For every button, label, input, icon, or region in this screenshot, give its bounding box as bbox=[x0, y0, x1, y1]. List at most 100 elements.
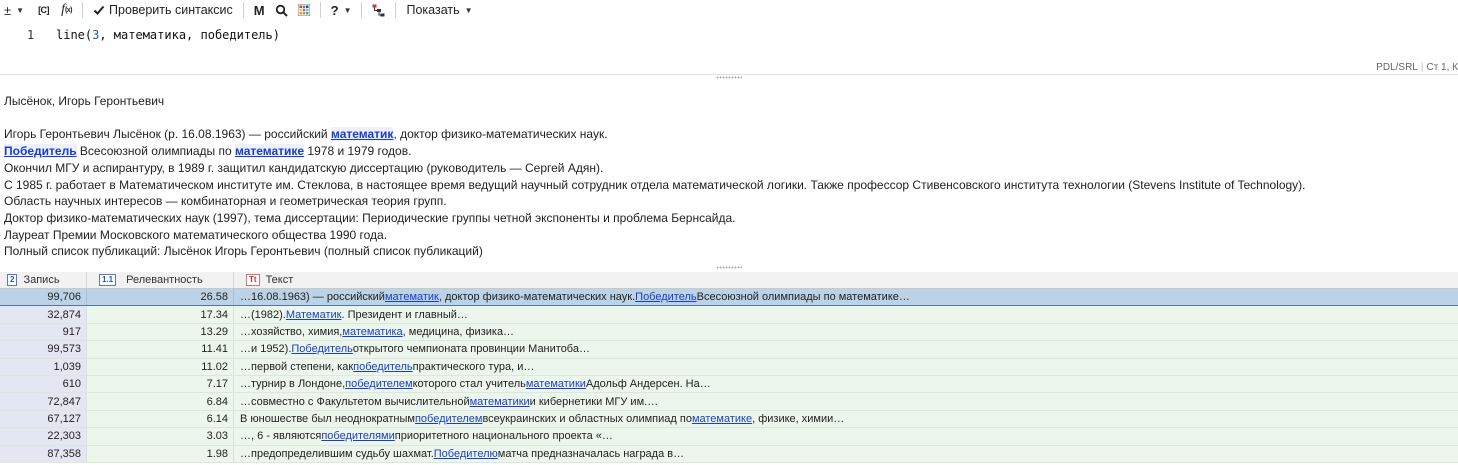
plus-minus-dropdown[interactable]: ± ▼ bbox=[0, 0, 28, 20]
table-row[interactable]: 99,706 26.58 …16.08.1963) — российский мат… bbox=[0, 289, 1458, 307]
chevron-down-icon: ▼ bbox=[464, 5, 473, 15]
match-link[interactable]: математики bbox=[470, 396, 530, 408]
line-number: 1 bbox=[27, 28, 35, 42]
record-cell: 67,127 bbox=[0, 410, 87, 428]
record-cell: 917 bbox=[0, 323, 87, 341]
search-icon bbox=[275, 4, 288, 17]
column-header-record[interactable]: 2 Запись bbox=[0, 272, 87, 288]
text-segment: Игорь Геронтьевич Лысёнок (р. 16.08.1963… bbox=[4, 127, 331, 142]
record-cell: 1,039 bbox=[0, 358, 87, 375]
match-link[interactable]: Победителю bbox=[434, 448, 498, 460]
match-link[interactable]: победитель bbox=[353, 361, 413, 373]
status-divider: | bbox=[1420, 62, 1424, 73]
text-segment: 1978 и 1979 годов. bbox=[304, 144, 412, 159]
match-link[interactable]: победителем bbox=[345, 378, 412, 390]
match-link[interactable]: математики bbox=[526, 378, 586, 390]
match-link[interactable]: математик bbox=[385, 291, 439, 303]
m-button[interactable]: M bbox=[250, 0, 269, 20]
color-grid-button[interactable] bbox=[294, 0, 314, 20]
text-segment: В юношестве был неоднократным bbox=[240, 412, 415, 425]
column-label: Текст bbox=[265, 274, 294, 286]
table-row[interactable]: 67,127 6.14 В юношестве был неоднократным … bbox=[0, 410, 1458, 429]
text-segment: Всесоюзной олимпиады по математике… bbox=[696, 291, 910, 304]
table-row[interactable]: 87,358 1.98 …предопределившим судьбу шахма… bbox=[0, 445, 1458, 463]
text-cell: …совместно с Факультетом вычислительной … bbox=[234, 393, 1458, 409]
search-button[interactable] bbox=[271, 0, 292, 20]
splitter-grip[interactable] bbox=[716, 76, 742, 79]
table-row[interactable]: 610 7.17 …турнир в Лондоне, победителем ко… bbox=[0, 375, 1458, 394]
text-cell: …, 6 - являются победителями приоритетно… bbox=[234, 428, 1458, 444]
column-header-text[interactable]: Tt Текст bbox=[234, 272, 1458, 288]
tree-icon bbox=[372, 4, 385, 16]
bracket-c-button[interactable]: [C] bbox=[34, 0, 53, 20]
table-row[interactable]: 1,039 11.02 …первой степени, как победител… bbox=[0, 358, 1458, 376]
results-grid: 2 Запись 1.1 Релевантность Tt Текст 99,7… bbox=[0, 272, 1458, 463]
table-row[interactable]: 99,573 11.41 …и 1952). Победитель открытог… bbox=[0, 341, 1458, 359]
match-link[interactable]: Победитель bbox=[635, 291, 696, 303]
text-cell: …хозяйство, химия, математика, медицина,… bbox=[234, 324, 1458, 340]
document-line: Игорь Геронтьевич Лысёнок (р. 16.08.1963… bbox=[4, 126, 1444, 143]
column-header-relevance[interactable]: 1.1 Релевантность bbox=[87, 272, 234, 288]
match-link[interactable]: Математик bbox=[286, 309, 342, 321]
document-line: Доктор физико-математических наук (1997)… bbox=[4, 210, 736, 225]
help-dropdown[interactable]: ? ▼ bbox=[327, 0, 356, 20]
text-segment: …и 1952). bbox=[240, 343, 292, 356]
document-line: Лауреат Премии Московского математическо… bbox=[4, 227, 388, 242]
document-title: Лысёнок, Игорь Геронтьевич bbox=[4, 94, 165, 108]
text-segment: …хозяйство, химия, bbox=[240, 325, 343, 338]
code-line[interactable]: line(3, математика, победитель) bbox=[56, 28, 280, 42]
text-cell: …16.08.1963) — российский математик, док… bbox=[234, 289, 1458, 305]
status-mode: PDL/SRL bbox=[1376, 62, 1418, 73]
table-row[interactable]: 917 13.29 …хозяйство, химия, математика, м… bbox=[0, 323, 1458, 342]
text-cell: В юношестве был неоднократным победителе… bbox=[234, 411, 1458, 427]
text-cell: …предопределившим судьбу шахмат. Победит… bbox=[234, 446, 1458, 462]
editor-splitter[interactable] bbox=[0, 74, 1458, 75]
document-view: Лысёнок, Игорь Геронтьевич Игорь Геронть… bbox=[4, 93, 1444, 260]
table-row[interactable]: 72,847 6.84 …совместно с Факультетом вычис… bbox=[0, 393, 1458, 411]
tree-view-button[interactable] bbox=[368, 0, 389, 20]
splitter-grip[interactable] bbox=[716, 266, 742, 269]
highlight-match[interactable]: математик bbox=[330, 127, 394, 142]
m-icon: M bbox=[253, 2, 265, 18]
toolbar: ± ▼ [C] f(x) Проверить синтаксис M ? ▼ bbox=[0, 0, 1458, 20]
match-link[interactable]: победителями bbox=[321, 430, 394, 442]
table-row[interactable]: 22,303 3.03…, 6 - являются победителями п… bbox=[0, 428, 1458, 446]
text-cell: …первой степени, как победитель практиче… bbox=[234, 359, 1458, 375]
function-icon-sub: (x) bbox=[64, 6, 73, 14]
table-row[interactable]: 32,874 17.34 …(1982). Математик. Президент… bbox=[0, 306, 1458, 324]
record-cell: 32,874 bbox=[0, 306, 87, 323]
text-segment: открытого чемпионата провинции Манитоба… bbox=[352, 343, 590, 356]
highlight-match[interactable]: математике bbox=[234, 144, 305, 159]
check-syntax-label: Проверить синтаксис bbox=[109, 3, 233, 17]
relevance-cell: 26.58 bbox=[87, 289, 234, 306]
code-args: , математика, победитель) bbox=[99, 28, 280, 42]
help-icon: ? bbox=[330, 2, 339, 18]
text-cell: …турнир в Лондоне, победителем которого … bbox=[234, 376, 1458, 392]
record-cell: 22,303 bbox=[0, 428, 87, 445]
relevance-cell: 6.84 bbox=[87, 393, 234, 410]
match-link[interactable]: победителем bbox=[415, 413, 482, 425]
relevance-cell: 6.14 bbox=[87, 410, 234, 428]
text-segment: …16.08.1963) — российский bbox=[240, 291, 385, 304]
match-link[interactable]: математике bbox=[692, 413, 752, 425]
code-function: line( bbox=[56, 28, 93, 42]
match-link[interactable]: Победитель bbox=[291, 343, 352, 355]
chevron-down-icon: ▼ bbox=[343, 5, 352, 15]
text-segment: …совместно с Факультетом вычислительной bbox=[240, 395, 470, 408]
text-segment: , доктор физико-математических наук. bbox=[438, 291, 636, 304]
toolbar-separator bbox=[395, 2, 397, 18]
plus-minus-icon: ± bbox=[4, 2, 12, 18]
highlight-match[interactable]: Победитель bbox=[4, 144, 77, 159]
record-cell: 72,847 bbox=[0, 393, 87, 410]
document-line: Победитель Всесоюзной олимпиады по матем… bbox=[4, 143, 1444, 160]
match-link[interactable]: математика bbox=[342, 326, 402, 338]
text-segment: приоритетного национального проекта «… bbox=[394, 430, 613, 443]
query-editor[interactable]: 1 line(3, математика, победитель) PDL/SR… bbox=[0, 22, 1458, 74]
check-syntax-button[interactable]: Проверить синтаксис bbox=[89, 0, 237, 20]
show-dropdown[interactable]: Показать ▼ bbox=[402, 0, 476, 20]
text-column-icon: Tt bbox=[246, 274, 260, 286]
text-segment: …(1982). bbox=[240, 308, 286, 321]
text-segment: , медицина, физика… bbox=[402, 325, 515, 338]
function-button[interactable]: f (x) bbox=[57, 0, 76, 20]
toolbar-separator bbox=[82, 2, 84, 18]
